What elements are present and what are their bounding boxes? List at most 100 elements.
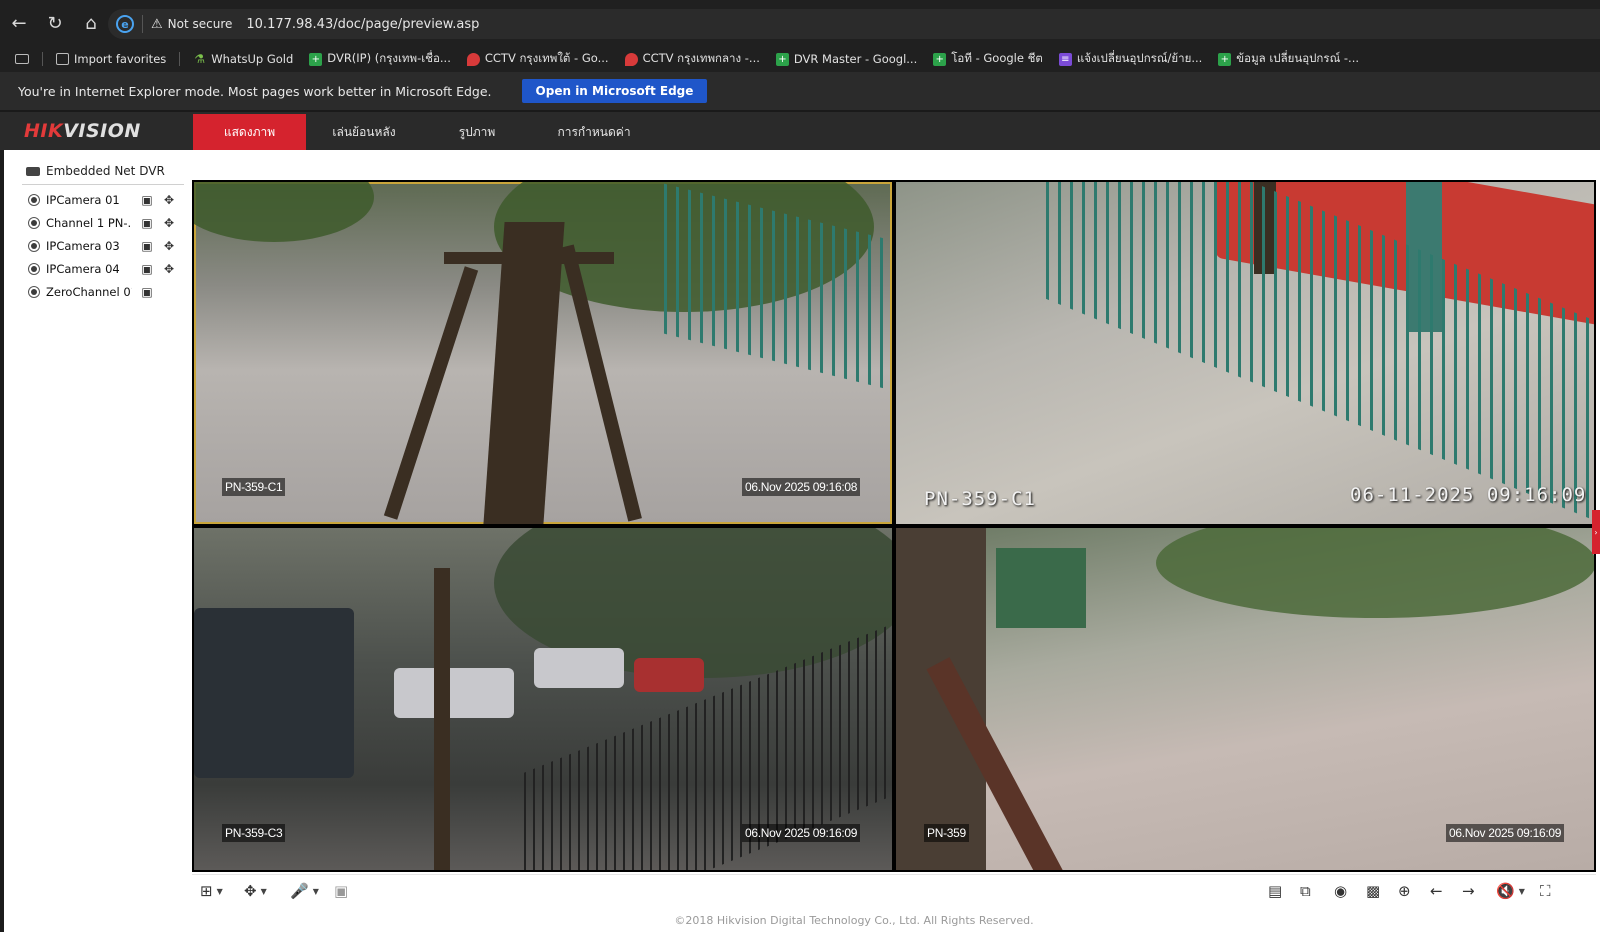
camera-item[interactable]: IPCamera 04 ▣ ✥ xyxy=(28,259,188,279)
ptz-icon[interactable]: ✥ xyxy=(162,193,176,207)
video-grid: PN-359-C1 06.Nov 2025 09:16:08 PN-359-C1… xyxy=(192,180,1596,872)
video-scenery xyxy=(394,668,514,718)
audio-talk-button[interactable]: 🎤 ▼ xyxy=(290,881,319,901)
video-scenery xyxy=(534,648,624,688)
camera-label: IPCamera 01 xyxy=(46,193,120,207)
bookmark-divider xyxy=(179,52,181,66)
device-node[interactable]: Embedded Net DVR xyxy=(26,164,165,178)
camera-name-osd: PN-359-C1 xyxy=(222,478,286,496)
microphone-icon: 🎤 xyxy=(290,882,309,900)
tab-playback[interactable]: เล่นย้อนหลัง xyxy=(312,114,416,150)
video-scenery xyxy=(896,528,986,870)
capture-button[interactable]: ◉ xyxy=(1334,881,1347,901)
ie-mode-icon[interactable]: e xyxy=(116,15,134,33)
bookmark-item[interactable]: CCTV กรุงเทพกลาง -... xyxy=(618,50,767,68)
camera-icon xyxy=(28,217,40,229)
volume-button[interactable]: 🔇 ▼ xyxy=(1496,881,1525,901)
ie-mode-banner: You're in Internet Explorer mode. Most p… xyxy=(0,72,1600,110)
grid-layout-icon: ⊞ xyxy=(200,882,213,900)
tab-live-view[interactable]: แสดงภาพ xyxy=(193,114,306,150)
camera-item[interactable]: ZeroChannel 01 ▣ xyxy=(28,282,188,302)
record-icon[interactable]: ▣ xyxy=(140,285,154,299)
refresh-icon[interactable]: ↻ xyxy=(38,6,72,40)
video-scenery xyxy=(194,182,374,242)
camera-name-osd: PN-359 xyxy=(924,824,969,842)
tab-picture[interactable]: รูปภาพ xyxy=(432,114,522,150)
camera-item[interactable]: Channel 1 PN-... ▣ ✥ xyxy=(28,213,188,233)
bookmark-item[interactable]: ⚗ WhatsUp Gold xyxy=(186,52,300,66)
bookmark-item[interactable]: + โอที - Google ชีต xyxy=(926,50,1050,68)
next-page-button[interactable]: → xyxy=(1462,881,1475,901)
video-cell-4[interactable]: PN-359 06.Nov 2025 09:16:09 xyxy=(896,528,1594,870)
camera-name-osd: PN-359-C3 xyxy=(222,824,286,842)
ptz-icon[interactable]: ✥ xyxy=(162,216,176,230)
video-record-icon: ▩ xyxy=(1366,882,1381,900)
video-scenery xyxy=(483,222,565,524)
whatsup-icon: ⚗ xyxy=(194,52,206,66)
video-cell-1[interactable]: PN-359-C1 06.Nov 2025 09:16:08 xyxy=(194,182,892,524)
bookmark-item[interactable]: Import favorites xyxy=(49,52,173,66)
camera-icon xyxy=(28,240,40,252)
bookmark-item[interactable]: + ข้อมูล เปลี่ยนอุปกรณ์ -... xyxy=(1211,50,1366,68)
record-icon[interactable]: ▣ xyxy=(140,216,154,230)
camera-snapshot-icon: ◉ xyxy=(1334,882,1348,900)
video-scenery xyxy=(383,266,479,520)
record-icon[interactable]: ▣ xyxy=(140,262,154,276)
stop-all-button[interactable]: ▣ xyxy=(334,881,348,901)
home-icon[interactable]: ⌂ xyxy=(74,6,108,40)
app-header: HIKVISION แสดงภาพ เล่นย้อนหลัง รูปภาพ กา… xyxy=(0,110,1600,150)
camera-label: IPCamera 04 xyxy=(46,262,120,276)
url-text[interactable]: 10.177.98.43/doc/page/preview.asp xyxy=(246,17,479,32)
stream-type-button[interactable]: ✥ ▼ xyxy=(244,881,267,901)
digital-zoom-button[interactable]: ⊕ xyxy=(1398,881,1411,901)
fullscreen-button[interactable]: ⛶ xyxy=(1540,881,1551,901)
ptz-icon[interactable]: ✥ xyxy=(162,239,176,253)
bookmark-item[interactable]: ≡ แจ้งเปลี่ยนอุปกรณ์/ย้าย... xyxy=(1052,50,1209,68)
bookmark-item[interactable]: + DVR(IP) (กรุงเทพ-เชื่อ... xyxy=(302,50,458,68)
bookmark-label: DVR(IP) (กรุงเทพ-เชื่อ... xyxy=(327,51,451,65)
caret-down-icon: ▼ xyxy=(312,886,319,896)
ptz-icon[interactable]: ✥ xyxy=(162,262,176,276)
camera-item[interactable]: IPCamera 01 ▣ ✥ xyxy=(28,190,188,210)
record-icon[interactable]: ▣ xyxy=(140,239,154,253)
stop-live-button[interactable]: ▤ xyxy=(1268,881,1282,901)
bookmark-tray[interactable] xyxy=(8,54,36,64)
camera-icon xyxy=(28,286,40,298)
record-icon[interactable]: ▣ xyxy=(140,193,154,207)
ie-mode-message: You're in Internet Explorer mode. Most p… xyxy=(18,83,492,99)
sheets-icon: + xyxy=(1218,52,1232,66)
camera-item[interactable]: IPCamera 03 ▣ ✥ xyxy=(28,236,188,256)
multi-window-button[interactable]: ⧉ xyxy=(1300,881,1311,901)
bookmark-label: ข้อมูล เปลี่ยนอุปกรณ์ -... xyxy=(1236,51,1360,65)
browser-address-bar: ← ↻ ⌂ e ⚠ Not secure 10.177.98.43/doc/pa… xyxy=(0,0,1600,46)
timestamp-osd: 06.Nov 2025 09:16:09 xyxy=(742,824,861,842)
dvr-icon xyxy=(26,166,40,176)
video-cell-3[interactable]: PN-359-C3 06.Nov 2025 09:16:09 xyxy=(194,528,892,870)
camera-sidebar: Embedded Net DVR IPCamera 01 ▣ ✥ Channel… xyxy=(8,150,186,932)
bookmark-item[interactable]: CCTV กรุงเทพใต้ - Go... xyxy=(460,50,616,68)
window-layout-button[interactable]: ⊞ ▼ xyxy=(200,881,223,901)
bookmark-divider xyxy=(42,52,43,66)
bookmark-label: Import favorites xyxy=(74,52,167,66)
logo-part-b: VISION xyxy=(63,120,141,142)
hikvision-logo: HIKVISION xyxy=(24,120,141,142)
security-indicator[interactable]: ⚠ Not secure xyxy=(151,17,232,32)
previous-page-button[interactable]: ← xyxy=(1430,881,1443,901)
video-scenery xyxy=(444,252,614,264)
sheets-icon: + xyxy=(933,52,947,66)
video-cell-2[interactable]: PN-359-C1 06-11-2025 09:16:09 xyxy=(896,182,1594,524)
tab-configuration[interactable]: การกำหนดค่า xyxy=(540,114,648,150)
collapse-panel-tab[interactable]: › xyxy=(1592,510,1600,554)
camera-icon xyxy=(28,263,40,275)
caret-down-icon: ▼ xyxy=(1518,886,1525,896)
bookmark-item[interactable]: + DVR Master - Googl... xyxy=(769,52,924,66)
record-button[interactable]: ▩ xyxy=(1366,881,1380,901)
warning-icon: ⚠ xyxy=(151,16,163,32)
back-icon[interactable]: ← xyxy=(2,6,36,40)
url-separator xyxy=(142,15,143,33)
camera-label: Channel 1 PN-... xyxy=(46,216,132,230)
open-in-edge-button[interactable]: Open in Microsoft Edge xyxy=(521,79,708,103)
url-field[interactable]: e ⚠ Not secure 10.177.98.43/doc/page/pre… xyxy=(108,9,1600,39)
camera-label: ZeroChannel 01 xyxy=(46,285,132,299)
camera-label: IPCamera 03 xyxy=(46,239,120,253)
